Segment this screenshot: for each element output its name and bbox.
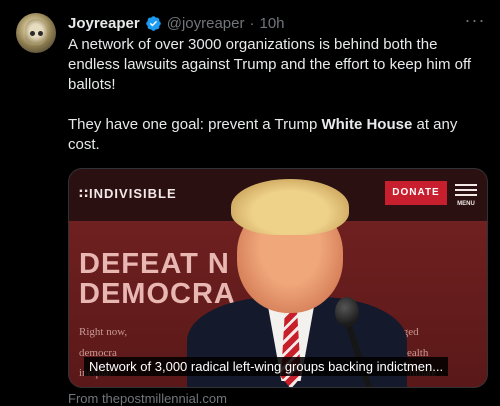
avatar-eye	[38, 31, 43, 36]
tweet-text: A network of over 3000 organizations is …	[68, 35, 488, 155]
site-body-text: Right now,	[79, 326, 128, 338]
timestamp[interactable]: 10h	[259, 15, 284, 32]
author-display-name[interactable]: Joyreaper	[68, 15, 140, 32]
site-logo: ∷INDIVISIBLE	[79, 186, 177, 201]
avatar[interactable]	[16, 13, 56, 53]
hamburger-menu-icon: MENU	[453, 181, 479, 209]
tweet-header: Joyreaper @joyreaper · 10h	[68, 13, 285, 33]
verified-badge-icon[interactable]	[145, 15, 162, 32]
avatar-face	[25, 19, 47, 45]
menu-label: MENU	[457, 201, 475, 207]
link-source[interactable]: From thepostmillennial.com	[68, 391, 227, 406]
video-media[interactable]: ∷INDIVISIBLE DONATE MENU DEFEAT N SAVE D…	[68, 168, 488, 388]
menu-bar	[455, 189, 477, 191]
speaker-hair	[231, 179, 349, 235]
tweet-paragraph: They have one goal: prevent a Trump Whit…	[68, 115, 488, 155]
video-caption: Network of 3,000 radical left-wing group…	[84, 357, 449, 376]
microphone	[335, 297, 359, 327]
tweet-paragraph: A network of over 3000 organizations is …	[68, 36, 472, 93]
menu-bar	[455, 194, 477, 196]
tweet-text-bold: White House	[321, 116, 413, 133]
menu-bar	[455, 184, 477, 186]
avatar-eye	[30, 31, 35, 36]
author-handle[interactable]: @joyreaper	[167, 15, 245, 32]
separator-dot: ·	[249, 14, 255, 32]
more-options-icon[interactable]: ···	[462, 10, 488, 36]
tweet-text-segment: They have one goal: prevent a Trump	[68, 116, 322, 133]
